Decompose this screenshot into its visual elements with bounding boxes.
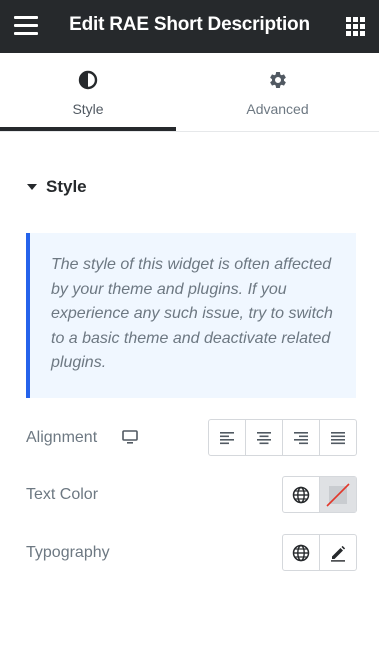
tab-style-label: Style <box>72 101 104 117</box>
caret-down-icon <box>27 184 37 190</box>
section-toggle-style[interactable]: Style <box>27 177 87 197</box>
align-left-button[interactable] <box>209 420 246 455</box>
align-center-icon <box>257 431 271 444</box>
align-right-icon <box>294 431 308 444</box>
globe-icon <box>292 486 310 503</box>
grid-apps-icon[interactable] <box>346 17 365 36</box>
typography-global-button[interactable] <box>283 535 320 570</box>
align-justify-icon <box>331 431 345 444</box>
panel-tabs: Style Advanced <box>0 53 379 132</box>
align-left-icon <box>220 431 234 444</box>
desktop-monitor-icon[interactable] <box>122 430 138 444</box>
text-color-label: Text Color <box>26 486 99 503</box>
pencil-icon <box>331 545 346 562</box>
text-color-control <box>282 476 357 513</box>
section-title: Style <box>46 177 87 196</box>
no-color-icon <box>326 482 350 507</box>
text-color-global-button[interactable] <box>283 477 320 512</box>
half-circle-icon <box>78 70 98 90</box>
tab-style[interactable]: Style <box>0 53 176 132</box>
alignment-choices <box>208 419 357 456</box>
notice-text: The style of this widget is often affect… <box>51 256 333 372</box>
align-justify-button[interactable] <box>320 420 356 455</box>
tab-advanced-label: Advanced <box>246 101 309 117</box>
text-color-picker[interactable] <box>320 477 356 512</box>
active-tab-indicator <box>0 127 176 131</box>
align-right-button[interactable] <box>283 420 320 455</box>
alignment-label: Alignment <box>26 429 98 446</box>
typography-edit-button[interactable] <box>320 535 356 570</box>
typography-label: Typography <box>26 544 110 561</box>
panel-title: Edit RAE Short Description <box>69 14 310 35</box>
globe-icon <box>292 544 310 561</box>
align-center-button[interactable] <box>246 420 283 455</box>
panel-header: Edit RAE Short Description <box>0 0 379 53</box>
typography-control <box>282 534 357 571</box>
tab-advanced[interactable]: Advanced <box>176 53 379 132</box>
gear-icon <box>269 71 286 88</box>
info-notice: The style of this widget is often affect… <box>26 233 356 398</box>
